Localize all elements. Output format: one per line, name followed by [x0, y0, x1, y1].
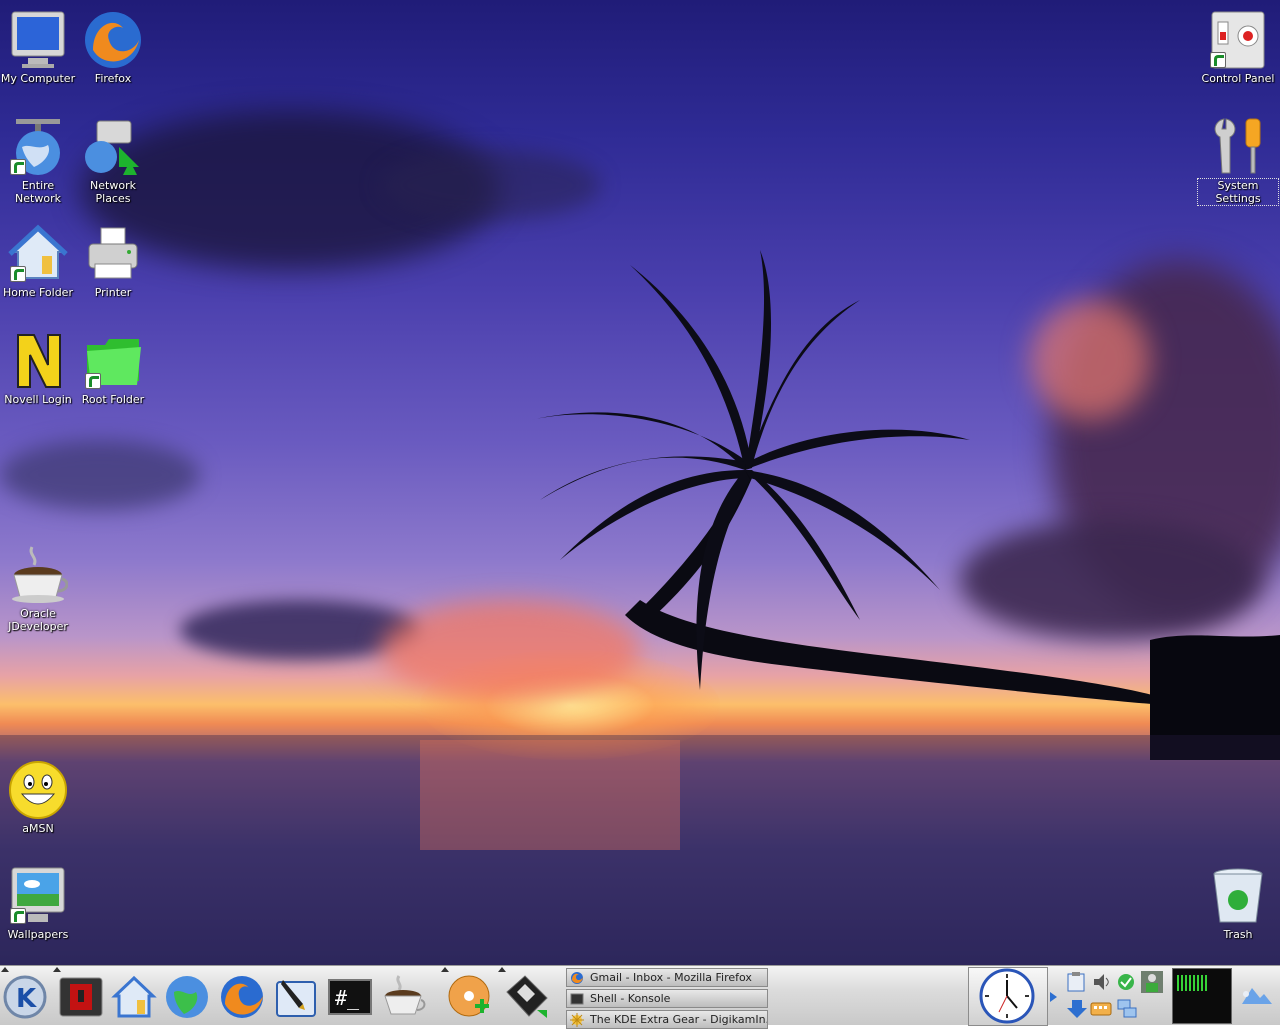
printer-icon [83, 224, 143, 284]
desktop-icon-printer[interactable]: Printer [73, 224, 153, 299]
checkmark-icon[interactable] [1116, 972, 1136, 992]
desktop-icon-system-settings[interactable]: System Settings [1197, 117, 1279, 206]
text-editor-launcher[interactable] [273, 974, 319, 1020]
desktop-icon-entire-network[interactable]: Entire Network [0, 117, 78, 205]
smiley-icon [8, 760, 68, 820]
desktop-icon-control-panel[interactable]: Control Panel [1198, 10, 1278, 85]
floppy-icon [506, 975, 548, 1018]
volume-icon[interactable] [1092, 972, 1112, 992]
desktop-icon-network-places[interactable]: Network Places [73, 117, 153, 205]
kde-menu-icon: K [3, 975, 47, 1019]
systray-expand-arrow[interactable] [1050, 992, 1057, 1002]
digikam-icon [570, 1012, 584, 1027]
firefox-icon [221, 976, 263, 1018]
icon-label: Entire Network [15, 179, 61, 205]
desktop-icon-trash[interactable]: Trash [1198, 866, 1278, 941]
icon-label: Novell Login [4, 393, 72, 406]
network-user-icon[interactable] [1140, 970, 1164, 994]
taskbar-window-list: Gmail - Inbox - Mozilla Firefox Shell - … [566, 968, 768, 1031]
panel-applet-arrow[interactable] [498, 967, 506, 972]
jdeveloper-launcher[interactable] [381, 974, 427, 1020]
taskbar-panel: K #_ Gmail - Inbox - Mozilla Firefox She… [0, 965, 1280, 1029]
icon-label: Home Folder [3, 286, 73, 299]
palm-tree-scene [0, 250, 1280, 965]
browser-globe-icon [166, 976, 208, 1018]
task-title: Gmail - Inbox - Mozilla Firefox [590, 971, 752, 984]
firefox-icon [83, 10, 143, 70]
icon-label: Control Panel [1201, 72, 1275, 85]
desktop-icon-oracle-jdeveloper[interactable]: Oracle JDeveloper [0, 545, 78, 633]
desktop-background: My Computer Firefox Entire Network Netwo… [0, 0, 1280, 965]
cd-burn-launcher[interactable] [447, 974, 493, 1020]
icon-label: Root Folder [81, 393, 145, 406]
text-editor-icon [276, 980, 316, 1017]
coffee-cup-icon [8, 545, 69, 605]
novell-icon [8, 331, 68, 391]
icon-label: System Settings [1197, 178, 1279, 206]
logout-button[interactable] [58, 974, 104, 1020]
trash-icon [1208, 866, 1268, 926]
icon-label: My Computer [0, 72, 76, 85]
desktop-icon-wallpapers[interactable]: Wallpapers [0, 866, 78, 941]
wallpaper-icon [8, 866, 68, 926]
icon-label: Printer [94, 286, 132, 299]
desktop-icon-novell-login[interactable]: Novell Login [0, 331, 78, 406]
network-globe-icon [8, 117, 68, 177]
system-tray [1064, 970, 1168, 1022]
network-places-icon [83, 117, 143, 177]
green-folder-icon [83, 331, 143, 391]
terminal-icon: #_ [328, 979, 372, 1015]
desktop-icon-amsn[interactable]: aMSN [0, 760, 78, 835]
task-shell-konsole[interactable]: Shell - Konsole [566, 989, 768, 1008]
panel-applet-arrow[interactable] [53, 967, 61, 972]
logout-icon [59, 977, 103, 1017]
clipboard-icon[interactable] [1066, 972, 1086, 992]
clock-icon [979, 968, 1035, 1024]
icon-label: aMSN [22, 822, 54, 835]
panel-hide-arrow[interactable] [1, 967, 9, 972]
clipboard-tool-icon [1242, 988, 1272, 1004]
desktop-icon-my-computer[interactable]: My Computer [0, 10, 78, 85]
terminal-launcher[interactable]: #_ [327, 974, 373, 1020]
floppy-launcher[interactable] [503, 974, 549, 1020]
terminal-icon [570, 992, 584, 1006]
cpu-graph [1177, 975, 1207, 991]
home-icon [111, 975, 157, 1018]
desktop-icon-root-folder[interactable]: Root Folder [73, 331, 153, 406]
firefox-icon [570, 971, 584, 985]
klipper-launcher[interactable] [1238, 984, 1274, 1008]
panel-applet-arrow[interactable] [441, 967, 449, 972]
desktop-icon-home-folder[interactable]: Home Folder [0, 224, 78, 299]
icon-label: Network Places [90, 179, 136, 205]
jdeveloper-icon [384, 975, 426, 1015]
browser-launcher[interactable] [164, 974, 210, 1020]
firefox-launcher[interactable] [219, 974, 265, 1020]
task-title: The KDE Extra Gear - DigikamIn... [590, 1013, 768, 1026]
wrench-screwdriver-icon [1208, 117, 1268, 177]
system-monitor-applet[interactable] [1172, 968, 1232, 1024]
keyboard-icon[interactable] [1090, 1000, 1112, 1018]
network-monitor-icon[interactable] [1116, 998, 1138, 1020]
task-title: Shell - Konsole [590, 992, 671, 1005]
kde-menu-button[interactable]: K [2, 974, 48, 1020]
cd-burn-icon [448, 975, 490, 1017]
task-kde-extra-gear[interactable]: The KDE Extra Gear - DigikamIn... [566, 1010, 768, 1029]
icon-label: Firefox [94, 72, 132, 85]
task-gmail-firefox[interactable]: Gmail - Inbox - Mozilla Firefox [566, 968, 768, 987]
monitor-icon [8, 10, 68, 70]
download-icon[interactable] [1066, 998, 1088, 1020]
svg-text:K: K [16, 984, 37, 1014]
svg-text:#_: #_ [335, 986, 360, 1010]
home-folder-icon [8, 224, 68, 284]
icon-label: Oracle JDeveloper [8, 607, 68, 633]
clock-applet[interactable] [968, 967, 1048, 1026]
desktop-icon-firefox[interactable]: Firefox [73, 10, 153, 85]
control-panel-icon [1208, 10, 1268, 70]
home-launcher[interactable] [111, 974, 157, 1020]
icon-label: Wallpapers [7, 928, 69, 941]
icon-label: Trash [1223, 928, 1253, 941]
